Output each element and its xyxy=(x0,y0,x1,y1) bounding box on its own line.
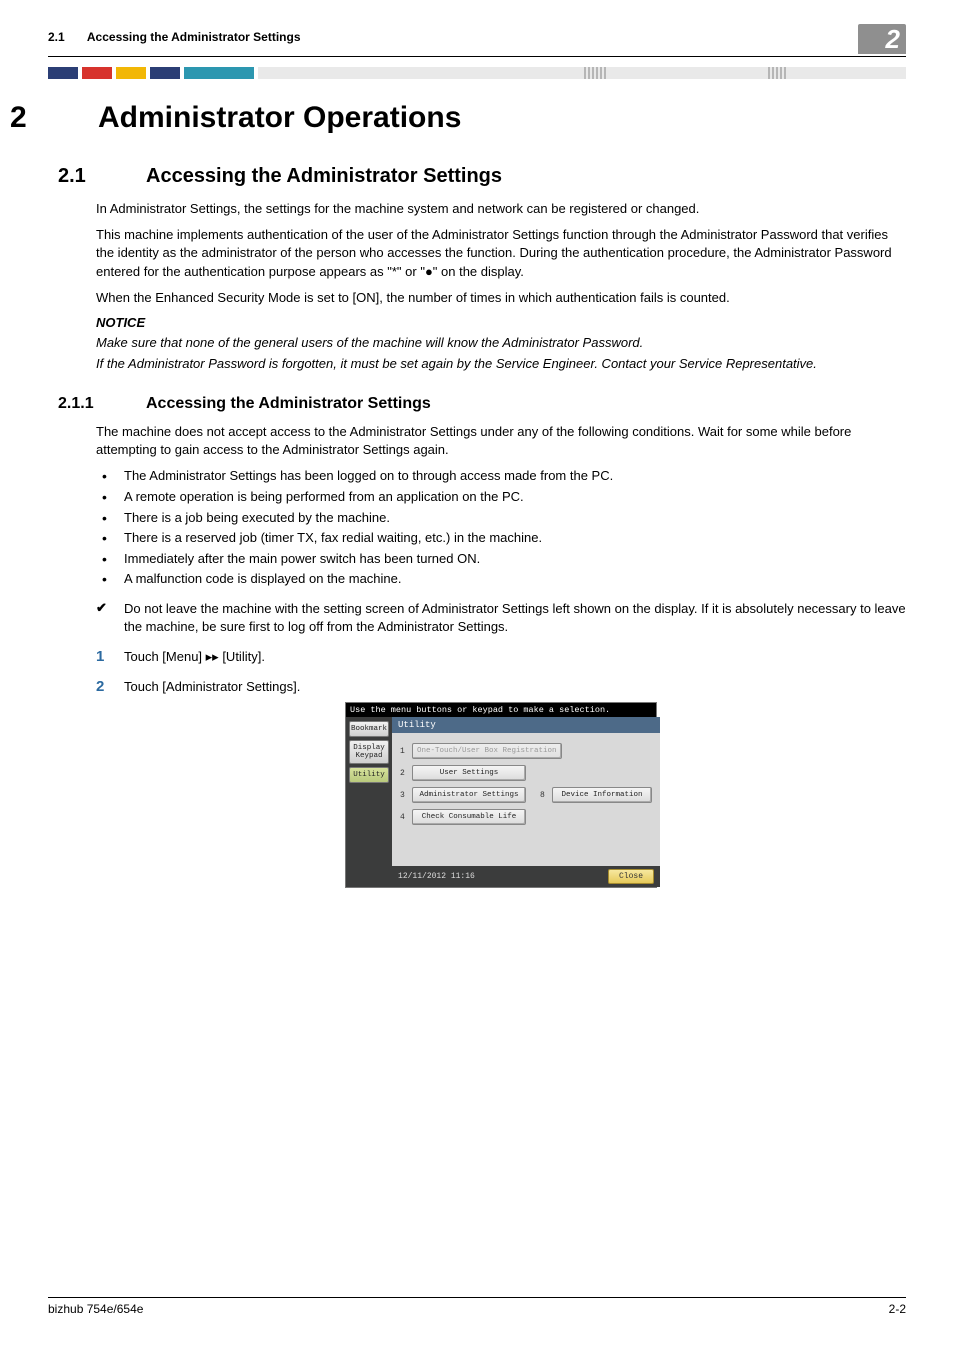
footer-right: 2-2 xyxy=(889,1302,906,1316)
body-paragraph: This machine implements authentication o… xyxy=(96,226,906,281)
list-item: There is a reserved job (timer TX, fax r… xyxy=(96,529,906,547)
check-item: ✔ Do not leave the machine with the sett… xyxy=(96,600,906,636)
device-menu-number: 4 xyxy=(400,813,412,822)
bullet-list: The Administrator Settings has been logg… xyxy=(96,467,906,587)
device-instruction-bar: Use the menu buttons or keypad to make a… xyxy=(346,703,656,717)
device-menu: 1 One-Touch/User Box Registration 2 User… xyxy=(392,733,660,825)
device-datetime: 12/11/2012 11:16 xyxy=(398,872,475,881)
running-header-title: Accessing the Administrator Settings xyxy=(87,30,301,44)
checkmark-icon: ✔ xyxy=(96,600,124,636)
list-item: There is a job being executed by the mac… xyxy=(96,509,906,527)
device-menu-number: 3 xyxy=(400,791,412,800)
chapter-heading: 2Administrator Operations xyxy=(0,101,906,135)
notice-heading: NOTICE xyxy=(96,315,906,330)
device-btn-device-info[interactable]: Device Information xyxy=(552,787,652,803)
notice-text: Make sure that none of the general users… xyxy=(96,334,906,352)
device-menu-number: 2 xyxy=(400,769,412,778)
device-btn-consumable[interactable]: Check Consumable Life xyxy=(412,809,526,825)
chapter-number: 2 xyxy=(0,101,98,135)
body-paragraph: When the Enhanced Security Mode is set t… xyxy=(96,289,906,307)
list-item: Immediately after the main power switch … xyxy=(96,550,906,568)
subsection-number: 2.1.1 xyxy=(48,395,146,413)
subsection-title: Accessing the Administrator Settings xyxy=(146,395,431,412)
step-text: Touch [Administrator Settings]. xyxy=(124,678,300,696)
footer-left: bizhub 754e/654e xyxy=(48,1302,143,1316)
step-text: Touch [Menu] ▸▸ [Utility]. xyxy=(124,648,265,666)
chapter-title: Administrator Operations xyxy=(98,101,461,134)
device-btn-onetouch[interactable]: One-Touch/User Box Registration xyxy=(412,743,562,759)
section-number: 2.1 xyxy=(48,165,146,188)
body-paragraph: The machine does not accept access to th… xyxy=(96,423,906,459)
device-tab-display-keypad[interactable]: Display Keypad xyxy=(349,740,389,764)
device-menu-number: 1 xyxy=(400,747,412,756)
device-close-button[interactable]: Close xyxy=(608,869,654,884)
subsection-heading: 2.1.1Accessing the Administrator Setting… xyxy=(48,395,906,413)
list-item: A remote operation is being performed fr… xyxy=(96,488,906,506)
device-btn-admin-settings[interactable]: Administrator Settings xyxy=(412,787,526,803)
section-heading: 2.1Accessing the Administrator Settings xyxy=(48,165,906,188)
running-header-number: 2.1 xyxy=(48,30,84,44)
device-panel-title: Utility xyxy=(392,717,660,733)
step-number: 2 xyxy=(96,678,124,696)
running-header-left: 2.1 Accessing the Administrator Settings xyxy=(48,30,301,44)
step-item: 1 Touch [Menu] ▸▸ [Utility]. xyxy=(96,648,906,666)
device-tab-bookmark[interactable]: Bookmark xyxy=(349,721,389,737)
color-bar xyxy=(48,67,906,79)
step-item: 2 Touch [Administrator Settings]. xyxy=(96,678,906,696)
list-item: A malfunction code is displayed on the m… xyxy=(96,570,906,588)
running-header: 2.1 Accessing the Administrator Settings… xyxy=(48,30,906,57)
list-item: The Administrator Settings has been logg… xyxy=(96,467,906,485)
section-title: Accessing the Administrator Settings xyxy=(146,165,502,187)
device-screenshot: Use the menu buttons or keypad to make a… xyxy=(345,702,657,888)
device-menu-number: 8 xyxy=(540,791,552,800)
body-paragraph: In Administrator Settings, the settings … xyxy=(96,200,906,218)
chapter-tab: 2 xyxy=(858,24,906,54)
check-text: Do not leave the machine with the settin… xyxy=(124,600,906,636)
device-left-tabs: Bookmark Display Keypad Utility xyxy=(346,717,392,887)
device-tab-utility[interactable]: Utility xyxy=(349,767,389,783)
page-footer: bizhub 754e/654e 2-2 xyxy=(48,1297,906,1316)
step-number: 1 xyxy=(96,648,124,666)
notice-text: If the Administrator Password is forgott… xyxy=(96,355,906,373)
device-btn-user-settings[interactable]: User Settings xyxy=(412,765,526,781)
